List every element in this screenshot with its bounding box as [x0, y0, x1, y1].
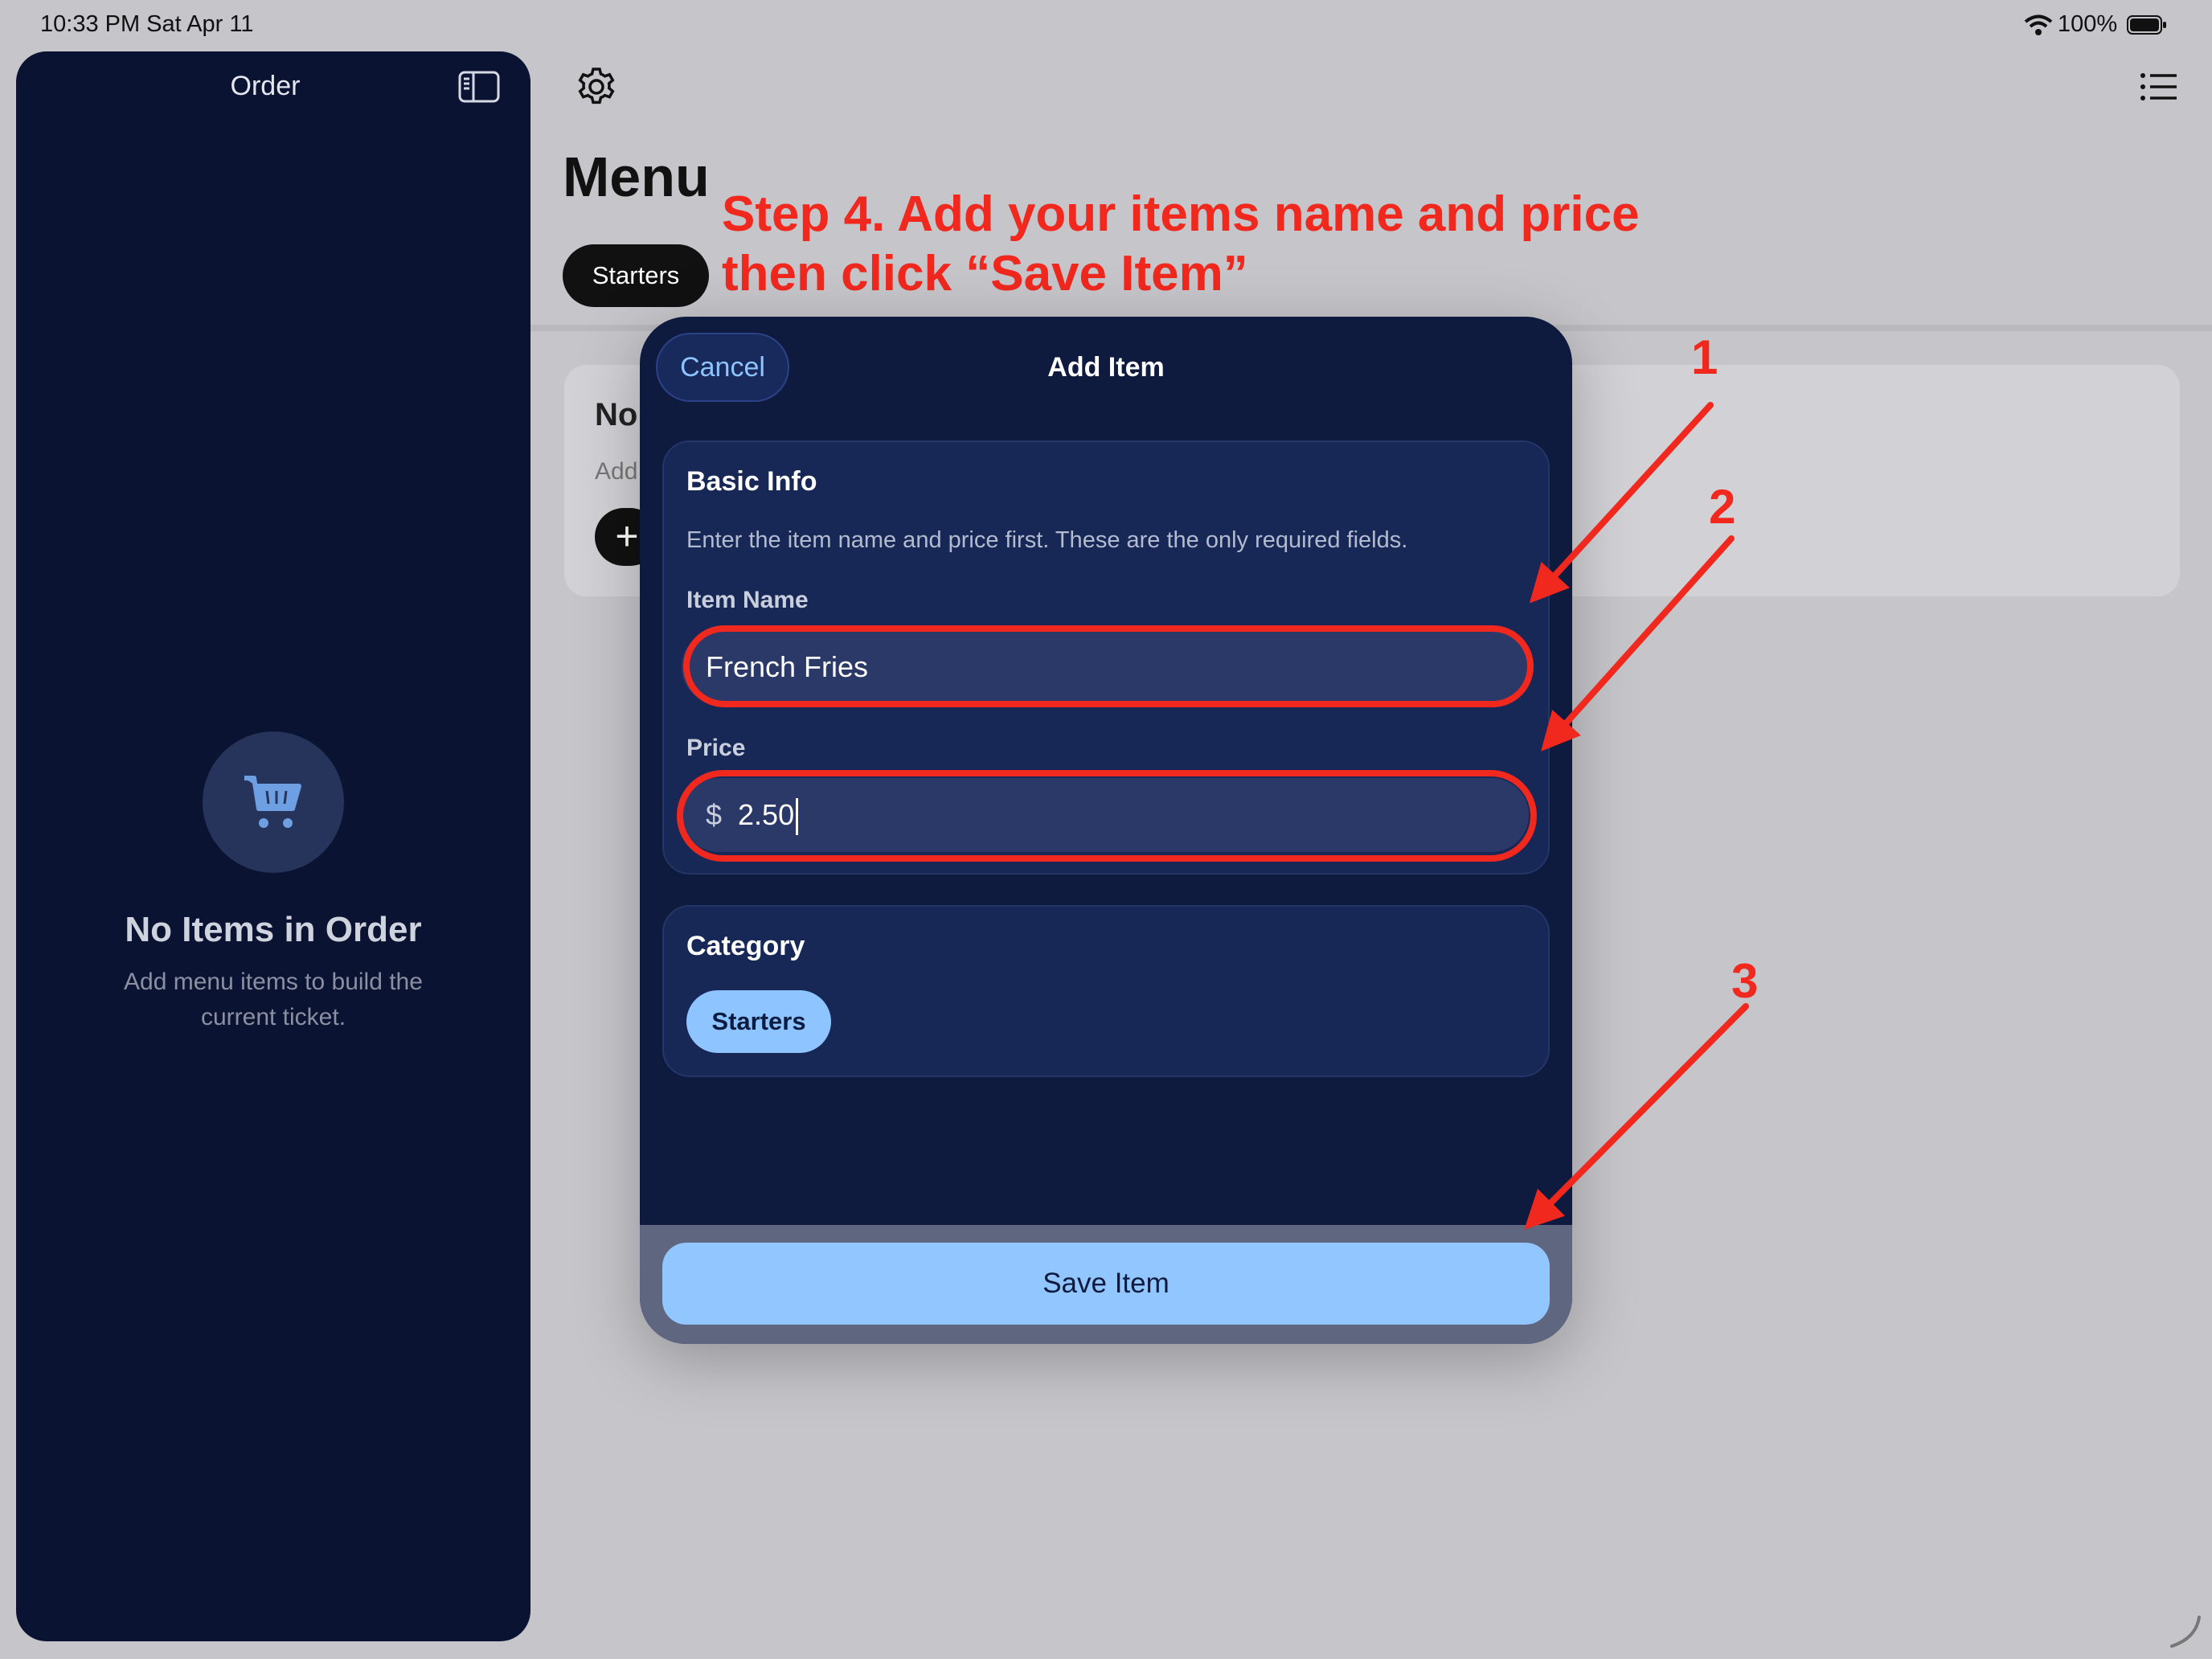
highlight-item-name	[683, 625, 1534, 707]
highlight-price	[677, 770, 1537, 862]
empty-menu-subtitle: Add	[595, 458, 638, 485]
status-time: 10:33 PM Sat Apr 11	[40, 11, 254, 37]
battery-icon	[2127, 15, 2166, 35]
instruction-text: Step 4. Add your items name and price th…	[722, 186, 1640, 301]
empty-order-title: No Items in Order	[125, 910, 422, 949]
sidebar-toggle-icon[interactable]	[458, 71, 500, 103]
basic-info-heading: Basic Info	[686, 466, 817, 497]
annotation-number-1: 1	[1691, 330, 1718, 384]
modal-title: Add Item	[1047, 352, 1165, 383]
empty-menu-title: No	[595, 397, 638, 432]
page-title: Menu	[563, 145, 710, 208]
item-name-label: Item Name	[686, 587, 809, 613]
annotation-number-2: 2	[1709, 480, 1736, 534]
cart-icon	[244, 776, 301, 828]
settings-gear-icon[interactable]	[576, 66, 617, 108]
empty-order-subtitle: Add menu items to build the current tick…	[124, 969, 423, 1030]
basic-info-description: Enter the item name and price first. The…	[686, 527, 1408, 553]
battery-percent: 100%	[2058, 11, 2118, 37]
wifi-icon	[2024, 14, 2053, 35]
save-item-button[interactable]: Save Item	[662, 1243, 1550, 1325]
category-chip-selected[interactable]: Starters	[686, 990, 831, 1053]
resize-corner-icon	[2170, 1616, 2201, 1648]
list-icon[interactable]	[2140, 71, 2178, 103]
status-bar: 10:33 PM Sat Apr 11 100%	[0, 0, 2212, 51]
category-chip-starters[interactable]: Starters	[563, 244, 709, 307]
category-heading: Category	[686, 931, 805, 961]
price-label: Price	[686, 735, 746, 761]
annotation-number-3: 3	[1731, 954, 1759, 1008]
sidebar-title: Order	[230, 71, 301, 101]
